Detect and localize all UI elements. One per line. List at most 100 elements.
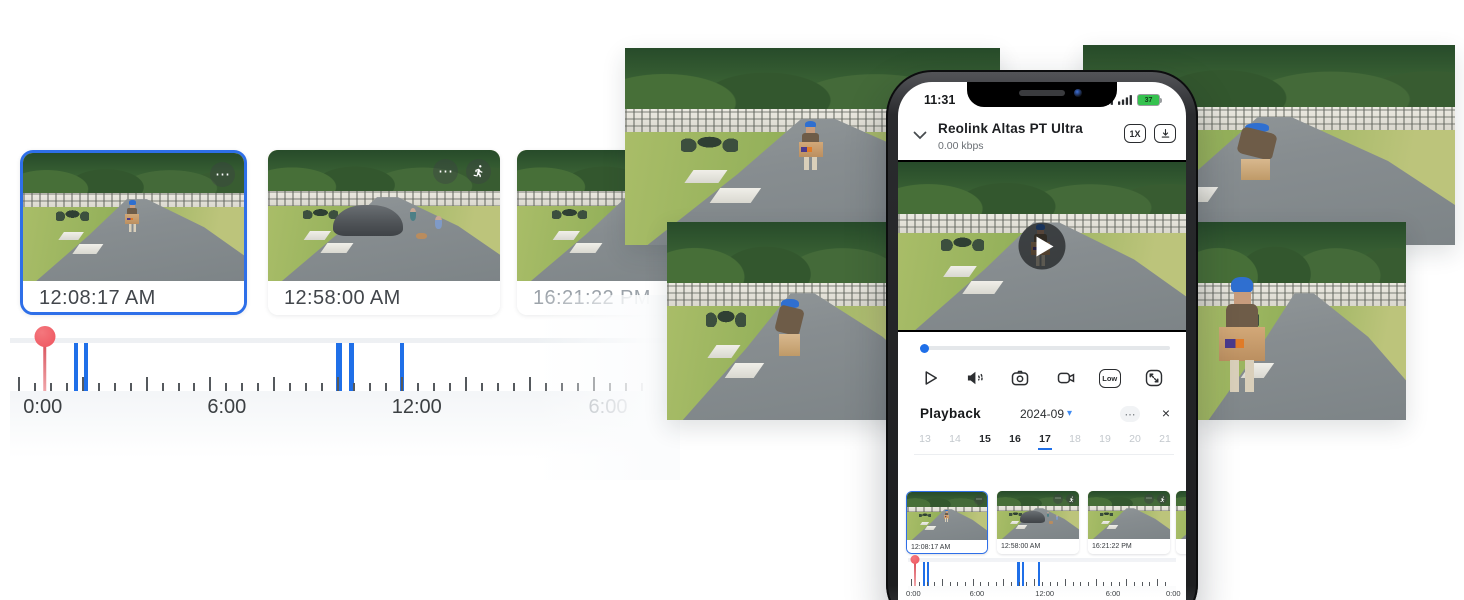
hour-label: 6:00: [970, 589, 985, 598]
delivery-person-shape: [770, 287, 809, 358]
motion-icon: [1157, 494, 1167, 504]
phone-screen: 11:31 37 Reolink Altas PT Ultra 0.00 kbp…: [898, 82, 1186, 600]
thumbnail-timestamp: 12:58:00 AM: [997, 539, 1079, 554]
front-camera: [1074, 89, 1082, 97]
motion-icon: [1066, 494, 1076, 504]
reolink-playback-promo: ⋯ 12:08:17 AM ⋯ 12:58:00 AM 16:21:22 PM 0:00…: [0, 0, 1464, 600]
divider: [914, 454, 1174, 455]
more-icon[interactable]: ⋯: [974, 495, 984, 505]
playback-speed-button[interactable]: 1X: [1124, 124, 1146, 143]
progress-bar[interactable]: [920, 346, 1170, 350]
thumbnail-image: ⋯: [907, 492, 987, 540]
close-button[interactable]: ×: [1162, 405, 1170, 421]
recording-thumbnail[interactable]: 16:21:22 PM: [517, 150, 749, 315]
car-shape: [1020, 511, 1045, 523]
more-icon[interactable]: ⋯: [1053, 494, 1063, 504]
speaker-grille: [1019, 90, 1065, 96]
recording-thumbnail[interactable]: ⋯ 12:58:00 AM: [268, 150, 500, 315]
dog-shape: [1049, 521, 1053, 523]
calendar-date[interactable]: 14: [946, 433, 964, 450]
calendar-date[interactable]: 20: [1126, 433, 1144, 450]
record-video-icon[interactable]: [1054, 366, 1078, 390]
recording-thumbnail[interactable]: ⋯ 16:21:22 PM: [1088, 491, 1170, 554]
download-button[interactable]: [1154, 124, 1176, 143]
hour-label: 12:00: [1035, 589, 1054, 598]
dog-shape: [416, 233, 426, 240]
timeline-hour-labels: 0:006:0012:006:000:00: [908, 589, 1176, 599]
phone-timeline[interactable]: 0:006:0012:006:000:00: [908, 556, 1176, 600]
status-time: 11:31: [924, 93, 955, 107]
footage-scene: [517, 150, 749, 281]
bitrate-label: 0.00 kbps: [938, 140, 984, 152]
hour-label: 6:00: [207, 396, 246, 419]
date-strip: 13 14 15 16 17 18 19 20 21: [916, 433, 1174, 450]
hour-label: 0:00: [906, 589, 921, 598]
delivery-person-shape: [1228, 111, 1284, 183]
phone-mockup: 11:31 37 Reolink Altas PT Ultra 0.00 kbp…: [886, 70, 1198, 600]
timeline-hour-labels: 0:00 6:00 12:00 6:00: [10, 396, 665, 422]
hour-label: 12:00: [392, 396, 442, 419]
timeline-ticks: [908, 562, 1176, 586]
calendar-date[interactable]: 19: [1096, 433, 1114, 450]
calendar-date[interactable]: 18: [1066, 433, 1084, 450]
calendar-date[interactable]: 16: [1006, 433, 1024, 450]
recording-thumbnail[interactable]: ⋯ 12:08:17 AM: [906, 491, 988, 554]
play-button[interactable]: [918, 366, 942, 390]
thumbnail-image: ⋯: [997, 491, 1079, 539]
calendar-date[interactable]: 13: [916, 433, 934, 450]
more-icon[interactable]: ⋯: [1144, 494, 1154, 504]
delivery-person-shape: [798, 121, 824, 174]
thumbnail-image: ⋯: [23, 153, 244, 281]
playback-title: Playback: [920, 406, 981, 421]
thumbnail-image: ⋯: [1088, 491, 1170, 539]
delivery-person-shape: [944, 510, 950, 523]
calendar-date[interactable]: 15: [976, 433, 994, 450]
video-player[interactable]: [898, 160, 1186, 332]
hour-label: 6:00: [589, 396, 628, 419]
motion-icon: [466, 159, 491, 184]
thumbnail-timestamp: [1176, 539, 1186, 554]
thumbnail-timestamp: 16:21:22 PM: [517, 281, 749, 315]
playback-header: Playback 2024-09▾ ⋯ ×: [920, 406, 1172, 426]
footage-scene: [1176, 491, 1186, 539]
more-icon[interactable]: ⋯: [210, 162, 235, 187]
progress-handle[interactable]: [920, 344, 929, 353]
thumbnail-timestamp: 16:21:22 PM: [1088, 539, 1170, 554]
thumbnail-timestamp: 12:08:17 AM: [907, 540, 987, 554]
snapshot-camera-icon[interactable]: [1008, 366, 1032, 390]
signal-bars-icon: [1118, 95, 1133, 105]
play-icon: [1036, 236, 1053, 256]
chevron-down-icon[interactable]: [911, 126, 929, 144]
more-button[interactable]: ⋯: [1120, 406, 1140, 422]
car-shape: [333, 205, 403, 236]
calendar-date[interactable]: 21: [1156, 433, 1174, 450]
play-overlay-button[interactable]: [1019, 223, 1066, 270]
more-icon[interactable]: ⋯: [433, 159, 458, 184]
desktop-thumbnail-row: ⋯12:08:17 AM⋯12:58:00 AM16:21:22 PM: [0, 0, 690, 600]
thumbnail-image: [1176, 491, 1186, 539]
battery-icon: 37: [1137, 94, 1160, 106]
thumbnail-timestamp: 12:58:00 AM: [268, 281, 500, 315]
thumbnail-timestamp: 12:08:17 AM: [23, 281, 244, 315]
phone-notch: [967, 82, 1117, 107]
volume-icon[interactable]: [963, 366, 987, 390]
month-selector[interactable]: 2024-09▾: [1020, 407, 1072, 421]
recording-thumbnail[interactable]: [1176, 491, 1186, 554]
thumbnail-image: ⋯: [268, 150, 500, 281]
footage-scene: [1196, 222, 1406, 420]
camera-title: Reolink Altas PT Ultra: [938, 121, 1083, 136]
phone-thumbnail-row: ⋯ 12:08:17 AM ⋯ 12:58:00 AM ⋯ 16:21:22 PM: [898, 491, 1186, 557]
delivery-person-shape: [1217, 277, 1267, 400]
thumbnail-image: [517, 150, 749, 281]
recording-thumbnail[interactable]: ⋯ 12:08:17 AM: [20, 150, 247, 315]
fullscreen-button[interactable]: [1142, 366, 1166, 390]
desktop-timeline[interactable]: 0:00 6:00 12:00 6:00: [10, 330, 665, 475]
recording-thumbnail[interactable]: ⋯ 12:58:00 AM: [997, 491, 1079, 554]
calendar-date-selected[interactable]: 17: [1036, 433, 1054, 450]
hour-label: 0:00: [1166, 589, 1181, 598]
hour-label: 0:00: [23, 396, 62, 419]
hour-label: 6:00: [1106, 589, 1121, 598]
quality-button[interactable]: Low: [1099, 369, 1121, 388]
timeline-ticks: [10, 343, 665, 391]
dropdown-arrow-icon: ▾: [1067, 409, 1072, 419]
